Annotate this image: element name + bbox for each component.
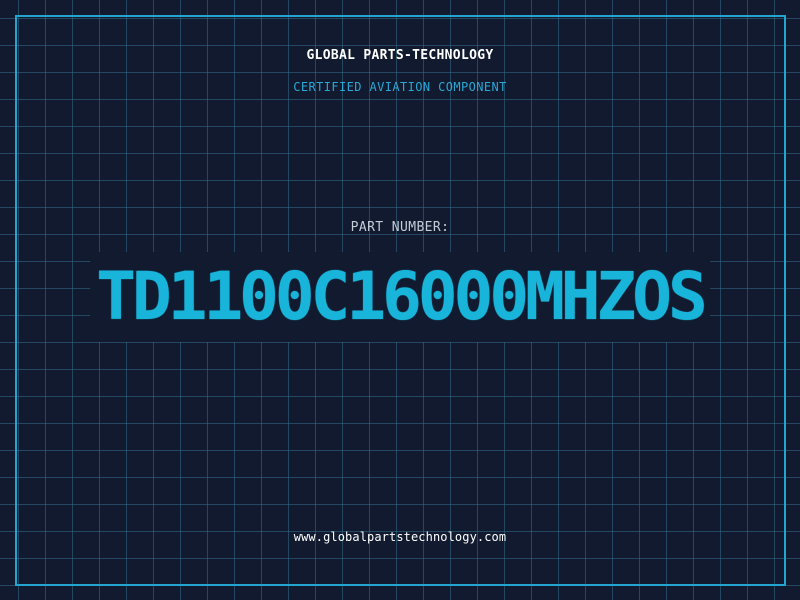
company-name: GLOBAL PARTS-TECHNOLOGY: [306, 48, 494, 63]
part-number-label: PART NUMBER:: [350, 220, 450, 235]
part-card: GLOBAL PARTS-TECHNOLOGY CERTIFIED AVIATI…: [0, 0, 800, 600]
certification-subtitle: CERTIFIED AVIATION COMPONENT: [293, 80, 507, 94]
part-number-value: TD1100C16000MHZOS: [90, 252, 710, 342]
website-url: www.globalpartstechnology.com: [293, 530, 507, 544]
